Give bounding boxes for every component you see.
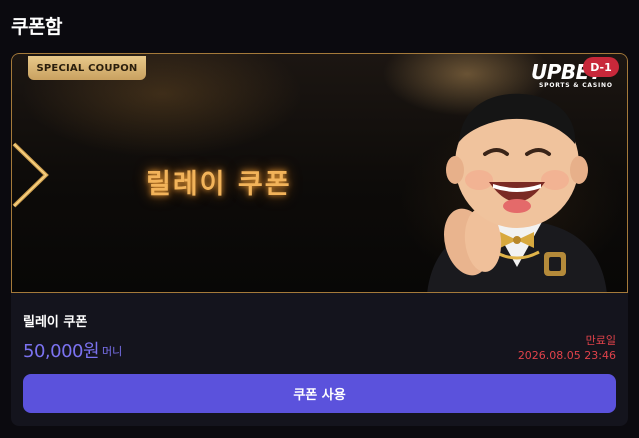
chevron-right-icon: [12, 142, 49, 208]
page-title: 쿠폰함: [11, 16, 62, 38]
expiry-label: 만료일: [585, 334, 616, 347]
coupon-card: SPECIAL COUPON 릴레이 쿠폰 UPBET SPORTS & CAS…: [11, 53, 628, 426]
expiry-date: 2026.08.05 23:46: [517, 349, 616, 362]
special-coupon-badge: SPECIAL COUPON: [28, 56, 146, 80]
coupon-amount: 50,000원: [23, 341, 100, 362]
coupon-banner: SPECIAL COUPON 릴레이 쿠폰 UPBET SPORTS & CAS…: [11, 53, 628, 293]
dday-badge: D-1: [583, 57, 619, 77]
coupon-name: 릴레이 쿠폰: [23, 315, 88, 330]
use-coupon-button[interactable]: 쿠폰 사용: [23, 374, 616, 413]
mascot-illustration: [427, 93, 607, 292]
coupon-unit: 머니: [102, 345, 123, 358]
banner-title: 릴레이 쿠폰: [146, 169, 292, 200]
